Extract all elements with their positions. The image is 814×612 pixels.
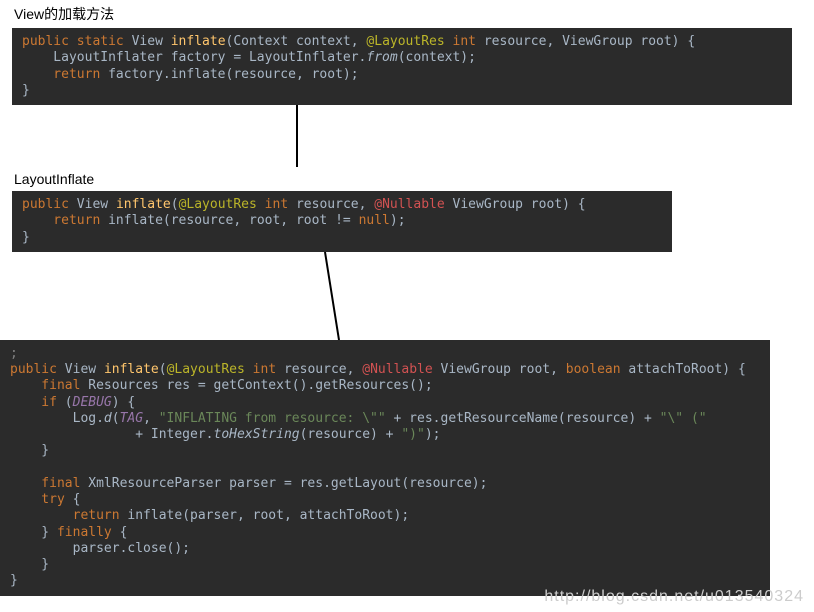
ann-nullable3: @Nullable bbox=[362, 362, 432, 377]
semi: ; bbox=[10, 346, 18, 361]
line2a: LayoutInflater factory = LayoutInflater. bbox=[22, 50, 366, 65]
l10b: { bbox=[112, 525, 128, 540]
l7rest: XmlResourceParser parser = res.getLayout… bbox=[80, 476, 487, 491]
kw-final1: final bbox=[10, 378, 80, 393]
label-view-inflate: View的加载方法 bbox=[14, 4, 814, 24]
kw-return2: return bbox=[22, 213, 100, 228]
watermark: http://blog.csdn.net/u013540324 bbox=[544, 588, 804, 606]
label-layoutinflate: LayoutInflate bbox=[14, 171, 814, 187]
kw-int2: int bbox=[257, 197, 288, 212]
kw-final2: final bbox=[10, 476, 80, 491]
rest2: inflate(resource, root, root != bbox=[100, 213, 358, 228]
l12: } bbox=[10, 557, 49, 572]
str1: "INFLATING from resource: \"" bbox=[159, 411, 386, 426]
method-inflate: inflate bbox=[171, 34, 226, 49]
kw-return3: return bbox=[10, 508, 120, 523]
log-a: Log. bbox=[10, 411, 104, 426]
field-tag: TAG bbox=[120, 411, 143, 426]
mid3b: ViewGroup root, bbox=[433, 362, 566, 377]
sig-b: resource, ViewGroup root) { bbox=[476, 34, 695, 49]
tail2: ViewGroup root) { bbox=[445, 197, 586, 212]
method-inflate2: inflate bbox=[116, 197, 171, 212]
str2: "\" (" bbox=[660, 411, 707, 426]
method-inflate3: inflate bbox=[104, 362, 159, 377]
ret-type: View bbox=[132, 34, 163, 49]
l6: } bbox=[10, 443, 49, 458]
kw-int3: int bbox=[245, 362, 276, 377]
call-tohex: toHexString bbox=[214, 427, 300, 442]
kw-try: try bbox=[10, 492, 65, 507]
ann-layoutres2: @LayoutRes bbox=[179, 197, 257, 212]
brace-close: } bbox=[22, 83, 30, 98]
kw-public2: public bbox=[22, 197, 69, 212]
l10a: } bbox=[10, 525, 57, 540]
kw-finally: finally bbox=[57, 525, 112, 540]
rt3: View bbox=[57, 362, 104, 377]
kw-public: public bbox=[22, 34, 69, 49]
code-block-1: public static View inflate(Context conte… bbox=[12, 28, 792, 105]
line2b: (context); bbox=[398, 50, 476, 65]
kw-public3: public bbox=[10, 362, 57, 377]
plus1: + res.getResourceName(resource) + bbox=[386, 411, 660, 426]
l2rest: Resources res = getContext().getResource… bbox=[80, 378, 432, 393]
kw-return: return bbox=[22, 67, 100, 82]
l9rest: inflate(parser, root, attachToRoot); bbox=[120, 508, 410, 523]
l11: parser.close(); bbox=[10, 541, 190, 556]
ifopen: ( bbox=[57, 395, 73, 410]
ifclose: ) { bbox=[112, 395, 135, 410]
kw-null: null bbox=[359, 213, 390, 228]
brace-close2: } bbox=[22, 230, 30, 245]
kw-if: if bbox=[10, 395, 57, 410]
mid2: resource, bbox=[288, 197, 374, 212]
open3: ( bbox=[159, 362, 167, 377]
rt2: View bbox=[69, 197, 116, 212]
connector-line-2 bbox=[0, 252, 814, 340]
ann-nullable: @Nullable bbox=[374, 197, 444, 212]
comma: , bbox=[143, 411, 159, 426]
sig-a: (Context context, bbox=[226, 34, 367, 49]
code-block-3: ; public View inflate(@LayoutRes int res… bbox=[0, 340, 770, 596]
kw-static: static bbox=[77, 34, 124, 49]
l5b: (resource) + bbox=[300, 427, 402, 442]
call-from: from bbox=[366, 50, 397, 65]
kw-int: int bbox=[445, 34, 476, 49]
l13: } bbox=[10, 573, 18, 588]
field-debug: DEBUG bbox=[73, 395, 112, 410]
mid3a: resource, bbox=[276, 362, 362, 377]
trybrace: { bbox=[65, 492, 81, 507]
ann-layoutres: @LayoutRes bbox=[366, 34, 444, 49]
line3b: factory.inflate(resource, root); bbox=[100, 67, 358, 82]
log-open: ( bbox=[112, 411, 120, 426]
l5end: ); bbox=[425, 427, 441, 442]
ann-layoutres3: @LayoutRes bbox=[167, 362, 245, 377]
l5a: + Integer. bbox=[10, 427, 214, 442]
code-block-2: public View inflate(@LayoutRes int resou… bbox=[12, 191, 672, 252]
call-d: d bbox=[104, 411, 112, 426]
open2: ( bbox=[171, 197, 179, 212]
str3: ")" bbox=[401, 427, 424, 442]
end2: ); bbox=[390, 213, 406, 228]
kw-boolean: boolean bbox=[566, 362, 621, 377]
tail3: attachToRoot) { bbox=[621, 362, 746, 377]
connector-line-1 bbox=[0, 105, 814, 167]
